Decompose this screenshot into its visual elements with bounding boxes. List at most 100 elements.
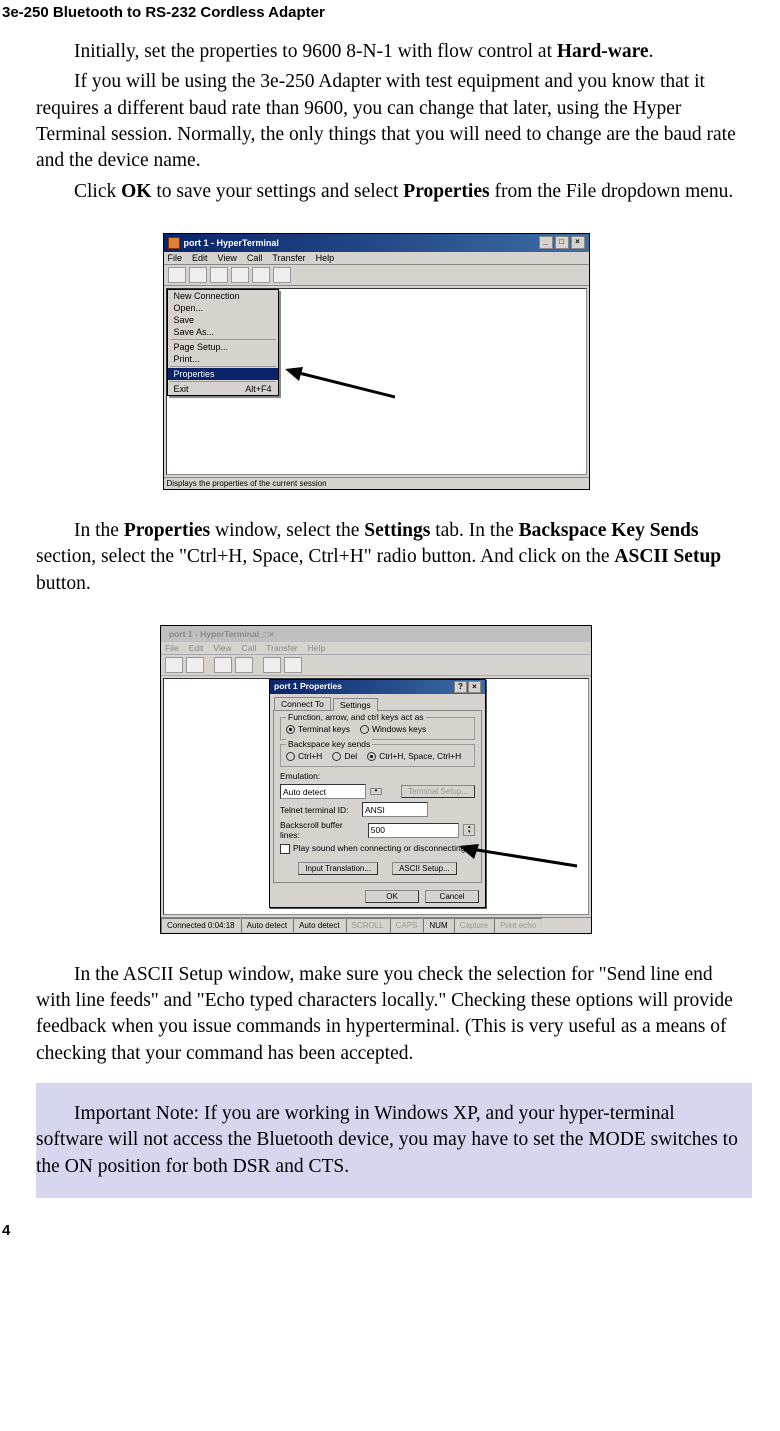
tab-settings[interactable]: Settings (333, 698, 378, 711)
group-backspace: Backspace key sends Ctrl+H Del Ctrl+H, S… (280, 744, 475, 767)
telnet-label: Telnet terminal ID: (280, 805, 358, 815)
menu-help[interactable]: Help (316, 253, 335, 263)
menu-item-saveas[interactable]: Save As... (168, 326, 278, 338)
dialog-titlebar: port 1 Properties ? × (270, 680, 485, 694)
toolbar-button[interactable] (165, 657, 183, 673)
toolbar-button[interactable] (284, 657, 302, 673)
status-caps: CAPS (390, 918, 424, 933)
play-sound-checkbox[interactable]: Play sound when connecting or disconnect… (280, 843, 465, 854)
window-title: port 1 - HyperTerminal (169, 629, 259, 639)
exit-label: Exit (174, 384, 189, 394)
ascii-setup-button[interactable]: ASCII Setup... (392, 862, 457, 875)
menu-item-pagesetup[interactable]: Page Setup... (168, 341, 278, 353)
toolbar-button[interactable] (252, 267, 270, 283)
menu-help: Help (308, 643, 325, 653)
hyperterminal-window-2: port 1 - HyperTerminal _ □ × File Edit V… (160, 625, 592, 934)
menu-transfer[interactable]: Transfer (272, 253, 305, 263)
menu-item-exit[interactable]: Exit Alt+F4 (168, 383, 278, 395)
toolbar-button[interactable] (263, 657, 281, 673)
dialog-title: port 1 Properties (274, 681, 342, 693)
menubar: File Edit View Call Transfer Help (164, 252, 589, 265)
close-button[interactable]: × (468, 681, 481, 693)
close-button[interactable]: × (571, 236, 585, 249)
radio-windows-keys[interactable]: Windows keys (360, 724, 426, 734)
page-number: 4 (2, 1222, 752, 1239)
status-printecho: Print echo (494, 918, 542, 933)
paragraph-4: In the Properties window, select the Set… (36, 518, 742, 597)
paragraph-2: If you will be using the 3e-250 Adapter … (36, 69, 742, 174)
toolbar-button[interactable] (186, 657, 204, 673)
text: button. (36, 573, 91, 594)
backscroll-label: Backscroll buffer lines: (280, 820, 364, 840)
status-autodetect: Auto detect (241, 918, 293, 933)
tab-connect-to[interactable]: Connect To (274, 697, 331, 710)
titlebar: port 1 - HyperTerminal _ □ × (164, 234, 589, 252)
toolbar-button[interactable] (189, 267, 207, 283)
callout-arrow-icon (285, 367, 395, 407)
minimize-button[interactable]: _ (539, 236, 553, 249)
group-legend: Backspace key sends (286, 739, 372, 749)
settings-tab-pane: Function, arrow, and ctrl keys act as Te… (273, 710, 482, 883)
menu-item-save[interactable]: Save (168, 314, 278, 326)
toolbar-button[interactable] (214, 657, 232, 673)
toolbar-button[interactable] (210, 267, 228, 283)
group-legend: Function, arrow, and ctrl keys act as (286, 712, 426, 722)
paragraph-3: Click OK to save your settings and selec… (36, 179, 742, 205)
menu-item-print[interactable]: Print... (168, 353, 278, 365)
menu-edit[interactable]: Edit (192, 253, 208, 263)
status-scroll: SCROLL (346, 918, 390, 933)
text: window, select the (210, 520, 364, 541)
important-note: Important Note: If you are working in Wi… (36, 1083, 752, 1198)
close-button[interactable]: × (269, 629, 274, 639)
maximize-button[interactable]: □ (555, 236, 569, 249)
text: In the (74, 520, 124, 541)
menu-item-new[interactable]: New Connection (168, 290, 278, 302)
emulation-combo[interactable]: Auto detect (280, 784, 366, 799)
group-function-keys: Function, arrow, and ctrl keys act as Te… (280, 717, 475, 740)
radio-terminal-keys[interactable]: Terminal keys (286, 724, 350, 734)
cancel-button[interactable]: Cancel (425, 890, 479, 903)
text: section, select the "Ctrl+H, Space, Ctrl… (36, 546, 614, 567)
bold-properties: Properties (403, 181, 489, 202)
status-capture: Capture (454, 918, 494, 933)
text: Initially, set the properties to 9600 8-… (74, 41, 557, 62)
statusbar: Displays the properties of the current s… (164, 477, 589, 489)
bold-settings: Settings (364, 520, 430, 541)
terminal-area: New Connection Open... Save Save As... P… (166, 288, 587, 475)
menu-view[interactable]: View (218, 253, 237, 263)
radio-ctrlh-space[interactable]: Ctrl+H, Space, Ctrl+H (367, 751, 461, 761)
help-button[interactable]: ? (454, 681, 467, 693)
figure-2: port 1 - HyperTerminal _ □ × File Edit V… (0, 625, 752, 934)
toolbar-button[interactable] (231, 267, 249, 283)
backscroll-field[interactable]: 500 (368, 823, 460, 838)
ok-button[interactable]: OK (365, 890, 419, 903)
dropdown-arrow-icon[interactable]: ▾ (370, 788, 382, 795)
paragraph-5: In the ASCII Setup window, make sure you… (36, 962, 742, 1067)
menu-item-open[interactable]: Open... (168, 302, 278, 314)
toolbar-button[interactable] (273, 267, 291, 283)
input-translation-button[interactable]: Input Translation... (298, 862, 378, 875)
status-autodetect: Auto detect (293, 918, 345, 933)
radio-del[interactable]: Del (332, 751, 357, 761)
radio-ctrlh[interactable]: Ctrl+H (286, 751, 322, 761)
telnet-id-field[interactable]: ANSI (362, 802, 428, 817)
bold-backspace: Backspace Key Sends (519, 520, 699, 541)
menubar-disabled: File Edit View Call Transfer Help (161, 642, 591, 655)
exit-accelerator: Alt+F4 (245, 384, 271, 394)
status-connected: Connected 0:04:18 (161, 918, 241, 933)
callout-arrow-icon (459, 844, 579, 874)
separator (170, 381, 276, 382)
menu-file: File (165, 643, 179, 653)
spinner-icon[interactable]: ▴▾ (463, 824, 475, 836)
menu-transfer: Transfer (266, 643, 297, 653)
terminal-area: port 1 Properties ? × Connect To Setting… (163, 678, 589, 915)
menu-file[interactable]: File (168, 253, 183, 263)
separator (170, 366, 276, 367)
status-num: NUM (423, 918, 453, 933)
toolbar-button[interactable] (235, 657, 253, 673)
menu-item-properties[interactable]: Properties (168, 368, 278, 380)
menu-call[interactable]: Call (247, 253, 263, 263)
text: . (649, 41, 654, 62)
toolbar-button[interactable] (168, 267, 186, 283)
text: tab. In the (430, 520, 518, 541)
